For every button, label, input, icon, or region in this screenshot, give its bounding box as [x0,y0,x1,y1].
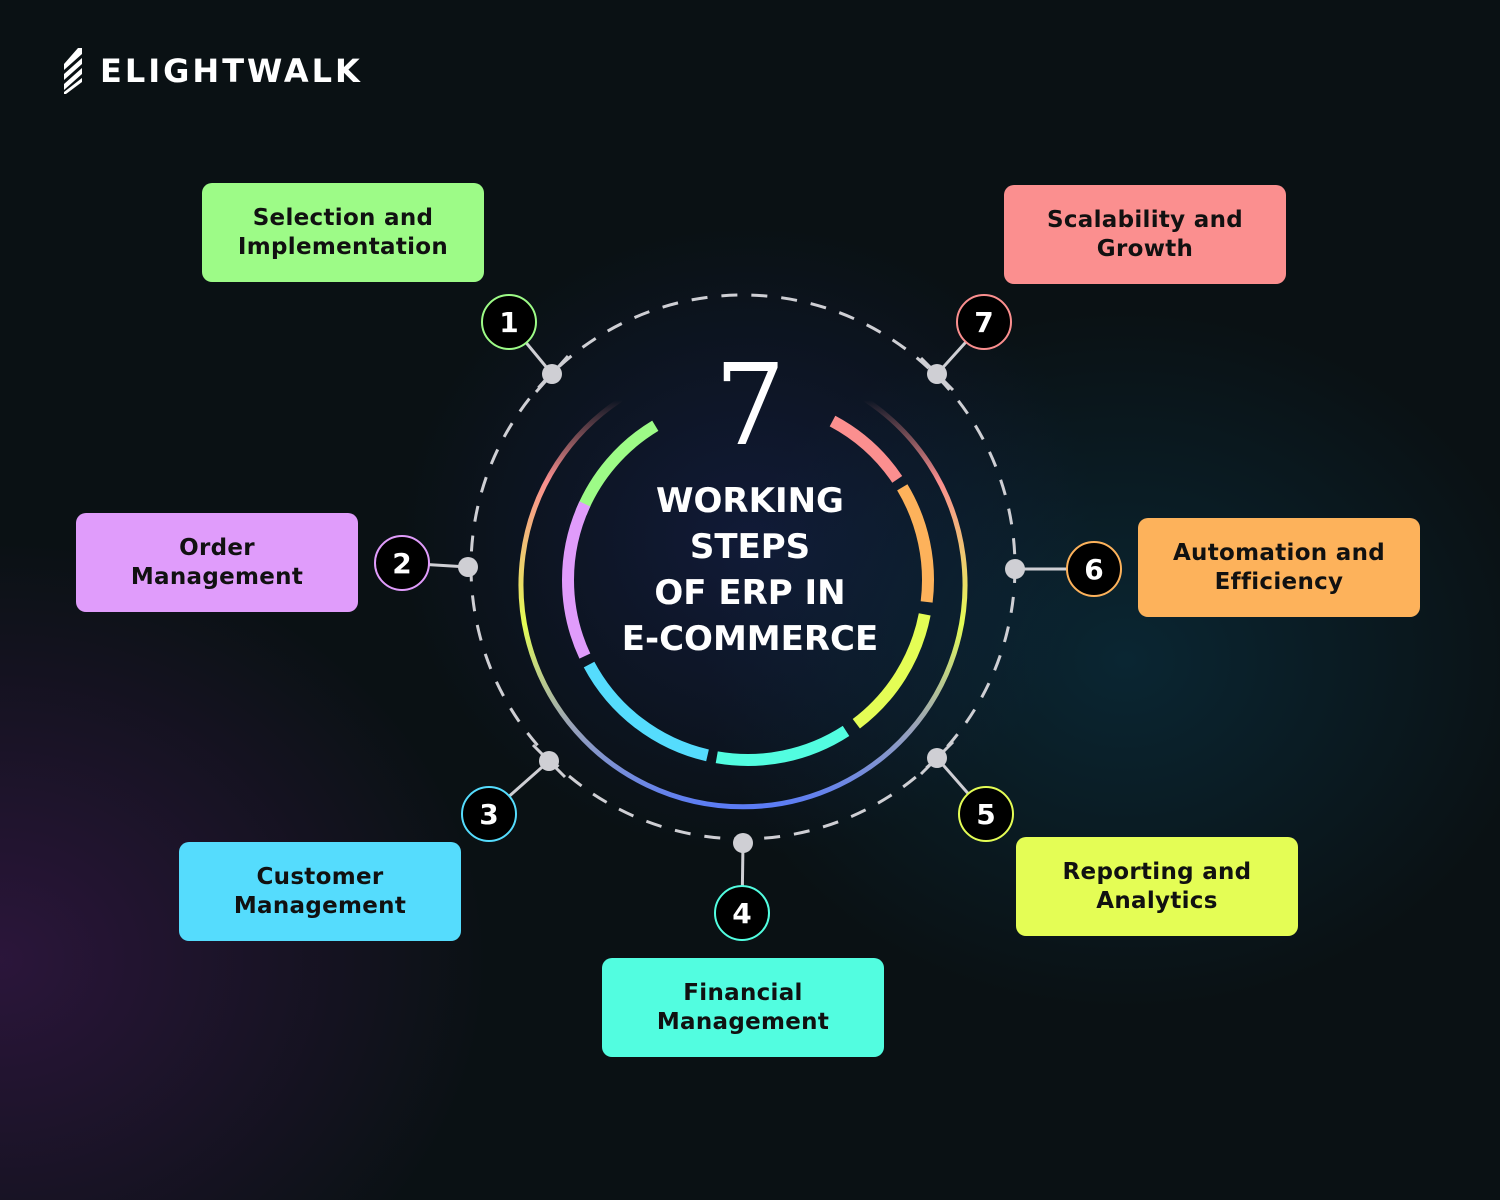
step-label-line: Implementation [237,233,449,260]
step-label-line: Automation and [1172,539,1386,566]
connector-dot [733,833,753,853]
step-label-line: Selection and [252,204,434,231]
center-number: 7 [714,341,786,471]
step-label-line: Growth [1096,235,1194,262]
step-label-line: Financial [683,979,803,1006]
connector-dot [927,364,947,384]
connector-dot [1005,559,1025,579]
step-label-line: Management [130,563,304,590]
step-label-line: Management [233,892,407,919]
step-box-reporting-and-analytics: Reporting and Analytics [1016,837,1298,936]
ring-segment [715,725,850,766]
connector-dot [542,364,562,384]
step-box-customer-management: Customer Management [179,842,461,941]
step-number-badge: 1 [481,294,537,350]
center-title-line: OF ERP IN [654,573,846,613]
step-number-badge: 4 [714,885,770,941]
center-title-line: STEPS [689,527,811,567]
step-box-automation-and-efficiency: Automation and Efficiency [1138,518,1420,617]
step-number-badge: 7 [956,294,1012,350]
connector-dot [927,748,947,768]
step-label-line: Analytics [1096,887,1218,914]
step-label-line: Customer [256,863,384,890]
step-box-financial-management: Financial Management [602,958,884,1057]
connector-dot [458,557,478,577]
step-number-badge: 6 [1066,541,1122,597]
step-label-line: Scalability and [1046,206,1244,233]
step-box-scalability-and-growth: Scalability and Growth [1004,185,1286,284]
step-number-badge: 5 [958,786,1014,842]
step-label-line: Order [179,534,255,561]
step-box-order-management: Order Management [76,513,358,612]
step-number-badge: 3 [461,786,517,842]
ring-segment [583,661,709,762]
step-label-line: Reporting and [1062,858,1252,885]
connector-dot [539,751,559,771]
step-label-line: Efficiency [1214,568,1344,595]
step-label-line: Management [656,1008,830,1035]
center-title-line: E-COMMERCE [621,619,879,659]
step-box-selection-and-implementation: Selection and Implementation [202,183,484,282]
center-title-line: WORKING [656,481,844,521]
step-number-badge: 2 [374,535,430,591]
center-title: WORKING STEPS OF ERP IN E-COMMERCE [560,478,940,662]
